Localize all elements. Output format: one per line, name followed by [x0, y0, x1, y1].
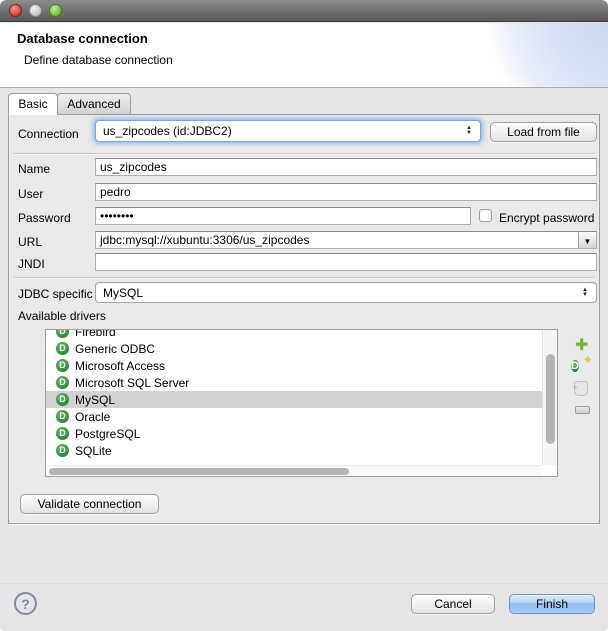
password-input[interactable]	[95, 207, 471, 225]
driver-list-item[interactable]: D Generic ODBC	[46, 340, 542, 357]
jndi-input[interactable]	[95, 253, 597, 271]
horizontal-scrollbar-thumb[interactable]	[49, 468, 349, 475]
separator	[13, 277, 595, 279]
password-label: Password	[18, 211, 71, 225]
driver-list-item[interactable]: D SQLite	[46, 442, 542, 459]
driver-label: PostgreSQL	[75, 427, 140, 441]
driver-list-item[interactable]: D Firebird	[46, 330, 542, 340]
jndi-label: JNDI	[18, 257, 45, 271]
new-driver-icon[interactable]: D ✦	[571, 358, 591, 378]
remove-driver-icon	[575, 406, 590, 414]
name-label: Name	[18, 162, 50, 176]
stepper-icon	[466, 126, 472, 136]
wizard-banner: Database connection Define database conn…	[0, 23, 608, 88]
minimize-button[interactable]	[29, 4, 42, 17]
horizontal-scrollbar[interactable]	[46, 465, 542, 476]
driver-icon: D	[56, 427, 69, 440]
tab-advanced[interactable]: Advanced	[57, 93, 131, 115]
vertical-scrollbar[interactable]	[542, 330, 557, 465]
driver-list-item[interactable]: D MySQL	[46, 391, 542, 408]
driver-list-item[interactable]: D PostgreSQL	[46, 425, 542, 442]
user-input[interactable]	[95, 183, 597, 201]
url-label: URL	[18, 235, 42, 249]
load-from-file-button[interactable]: Load from file	[490, 122, 597, 142]
name-input[interactable]	[95, 158, 597, 176]
driver-icon: D	[56, 393, 69, 406]
url-dropdown-arrow-icon[interactable]	[578, 232, 596, 248]
driver-icon: D	[56, 376, 69, 389]
zoom-button[interactable]	[49, 4, 62, 17]
title-bar[interactable]	[0, 0, 608, 22]
encrypt-password-label: Encrypt password	[499, 211, 594, 225]
driver-label: Microsoft Access	[75, 359, 165, 373]
divider	[0, 583, 608, 584]
jdbc-specific-label: JDBC specific	[18, 287, 93, 301]
driver-list-item[interactable]: D Microsoft SQL Server	[46, 374, 542, 391]
jdbc-specific-value: MySQL	[103, 286, 143, 300]
finish-button[interactable]: Finish	[509, 594, 595, 614]
url-combo-value: jdbc:mysql://xubuntu:3306/us_zipcodes	[100, 233, 309, 247]
url-combo[interactable]: jdbc:mysql://xubuntu:3306/us_zipcodes	[95, 231, 597, 249]
driver-label: Firebird	[75, 330, 116, 339]
driver-icon: D	[56, 330, 69, 338]
separator	[13, 153, 595, 155]
copy-driver-icon	[574, 381, 588, 396]
add-driver-icon[interactable]: ✚	[575, 338, 591, 354]
driver-badge-icon: D	[571, 360, 579, 372]
close-button[interactable]	[9, 4, 22, 17]
driver-icon: D	[56, 410, 69, 423]
connection-label: Connection	[18, 127, 79, 141]
driver-list-item[interactable]: D Microsoft Access	[46, 357, 542, 374]
driver-list-item[interactable]: D Oracle	[46, 408, 542, 425]
help-button[interactable]: ?	[14, 592, 37, 615]
available-drivers-label: Available drivers	[18, 309, 106, 323]
connection-dropdown[interactable]: us_zipcodes (id:JDBC2)	[95, 120, 481, 142]
driver-list-rows: D Firebird D Generic ODBC D Microsoft Ac…	[46, 330, 542, 459]
driver-label: SQLite	[75, 444, 112, 458]
stepper-icon	[582, 288, 588, 298]
encrypt-password-checkbox[interactable]	[479, 209, 492, 222]
star-icon: ✦	[584, 355, 592, 366]
driver-icon: D	[56, 359, 69, 372]
jdbc-specific-dropdown[interactable]: MySQL	[95, 282, 597, 303]
cancel-button[interactable]: Cancel	[411, 594, 495, 614]
connection-dropdown-value: us_zipcodes (id:JDBC2)	[103, 124, 232, 138]
validate-connection-button[interactable]: Validate connection	[20, 494, 159, 514]
driver-label: MySQL	[75, 393, 115, 407]
basic-tab-panel: Connection us_zipcodes (id:JDBC2) Load f…	[8, 114, 600, 524]
page-title: Database connection	[17, 31, 148, 46]
database-connection-dialog: Database connection Define database conn…	[0, 0, 608, 631]
driver-label: Oracle	[75, 410, 110, 424]
driver-list[interactable]: D Firebird D Generic ODBC D Microsoft Ac…	[45, 329, 558, 477]
driver-icon: D	[56, 444, 69, 457]
driver-label: Generic ODBC	[75, 342, 155, 356]
vertical-scrollbar-thumb[interactable]	[546, 354, 555, 444]
page-subtitle: Define database connection	[24, 53, 173, 67]
user-label: User	[18, 187, 43, 201]
driver-list-viewport: D Firebird D Generic ODBC D Microsoft Ac…	[46, 330, 542, 465]
driver-label: Microsoft SQL Server	[75, 376, 189, 390]
tab-basic[interactable]: Basic	[8, 93, 58, 115]
driver-icon: D	[56, 342, 69, 355]
